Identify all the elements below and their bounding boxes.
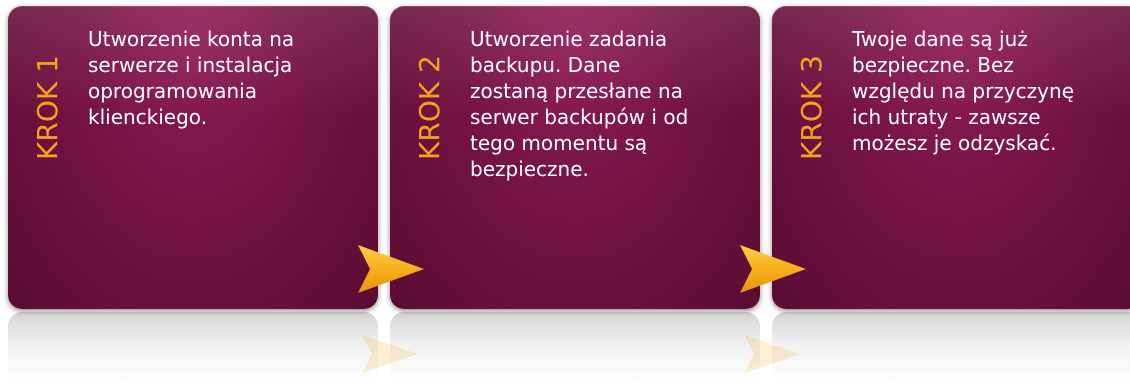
step-1-reflection bbox=[8, 312, 378, 383]
step-2-line: Utworzenie zadania bbox=[470, 27, 668, 51]
step-2-description: Utworzenie zadania backupu. Dane zostaną… bbox=[470, 26, 745, 182]
step-2-label-box: KROK 2 bbox=[413, 30, 453, 170]
step-2-line: backupu. Dane bbox=[470, 53, 621, 77]
step-1-line: serwerze i instalacja bbox=[88, 53, 293, 77]
step-3-line: możesz je odzyskać. bbox=[852, 131, 1057, 155]
step-1-label: KROK 1 bbox=[31, 55, 64, 160]
step-1-line: Utworzenie konta na bbox=[88, 27, 295, 51]
step-3-line: Twoje dane są już bbox=[852, 27, 1028, 51]
step-3-line: bezpieczne. Bez bbox=[852, 53, 1014, 77]
step-3-label-box: KROK 3 bbox=[795, 30, 835, 170]
arrow-right-icon bbox=[740, 245, 806, 293]
step-1-card: KROK 1 Utworzenie konta na serwerze i in… bbox=[8, 6, 378, 309]
step-2-card: KROK 2 Utworzenie zadania backupu. Dane … bbox=[390, 6, 760, 309]
step-1-label-box: KROK 1 bbox=[31, 30, 71, 170]
step-3-card: KROK 3 Twoje dane są już bezpieczne. Bez… bbox=[772, 6, 1130, 309]
step-3-label: KROK 3 bbox=[795, 55, 828, 160]
step-1-line: oprogramowania bbox=[88, 79, 257, 103]
step-1-description: Utworzenie konta na serwerze i instalacj… bbox=[88, 26, 363, 130]
step-2-line: bezpieczne. bbox=[470, 157, 589, 181]
step-1-line: klienckiego. bbox=[88, 105, 208, 129]
step-2-line: zostaną przesłane na bbox=[470, 79, 683, 103]
arrow-reflection-icon bbox=[744, 335, 800, 373]
step-3-description: Twoje dane są już bezpieczne. Bez względ… bbox=[852, 26, 1127, 156]
step-3-line: ich utraty - zawsze bbox=[852, 105, 1041, 129]
arrow-right-icon bbox=[358, 245, 424, 293]
step-3-line: względu na przyczynę bbox=[852, 79, 1074, 103]
step-3-reflection bbox=[772, 312, 1130, 383]
arrow-reflection-icon bbox=[362, 335, 418, 373]
step-2-reflection bbox=[390, 312, 760, 383]
step-2-label: KROK 2 bbox=[413, 55, 446, 160]
process-diagram: KROK 1 Utworzenie konta na serwerze i in… bbox=[0, 0, 1130, 383]
step-2-line: serwer backupów i od bbox=[470, 105, 689, 129]
step-2-line: tego momentu są bbox=[470, 131, 648, 155]
